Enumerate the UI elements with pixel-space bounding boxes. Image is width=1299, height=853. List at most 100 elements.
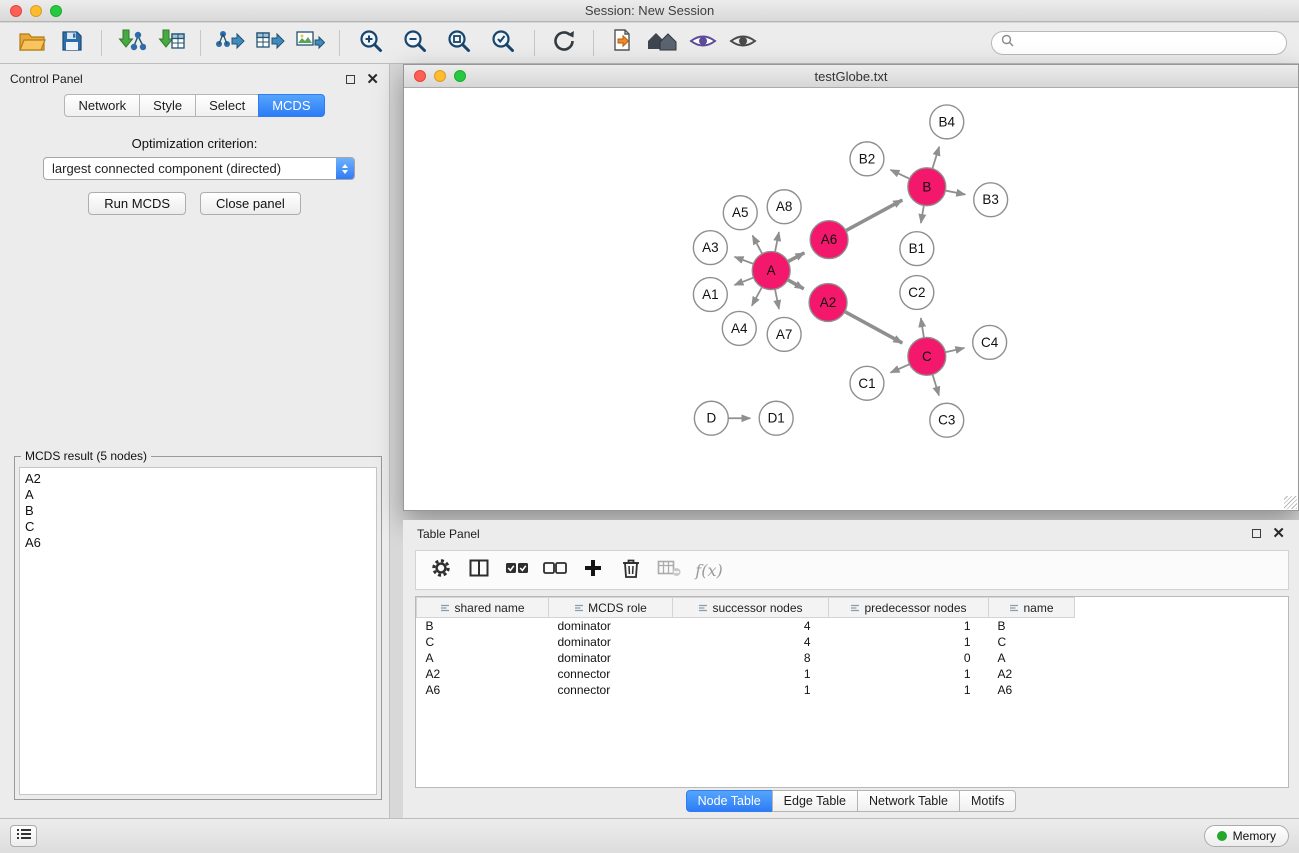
graph-edge-C-C2[interactable]	[921, 318, 924, 337]
graph-edge-A6-B[interactable]	[846, 200, 903, 231]
graph-node-A6[interactable]: A6	[810, 221, 848, 259]
graph-node-A3[interactable]: A3	[693, 231, 727, 265]
graph-node-B1[interactable]: B1	[900, 232, 934, 266]
zoom-selected-button[interactable]	[481, 26, 525, 60]
export-image-button[interactable]	[290, 26, 330, 60]
graph-node-A[interactable]: A	[752, 252, 790, 290]
save-session-button[interactable]	[52, 26, 92, 60]
graph-edge-A-A6[interactable]	[788, 253, 804, 262]
network-zoom-button[interactable]	[454, 70, 466, 82]
export-table-button[interactable]	[250, 26, 290, 60]
graph-edge-A-A5[interactable]	[753, 236, 763, 254]
zoom-fit-button[interactable]	[437, 26, 481, 60]
table-row[interactable]: A6connector11A6	[417, 682, 1075, 698]
graph-edge-A-A1[interactable]	[734, 278, 753, 285]
graph-node-A5[interactable]: A5	[723, 196, 757, 230]
tab-mcds[interactable]: MCDS	[258, 94, 324, 117]
table-row[interactable]: Bdominator41B	[417, 618, 1075, 634]
column-header-MCDS-role[interactable]: MCDS role	[549, 598, 673, 618]
zoom-in-button[interactable]	[349, 26, 393, 60]
column-header-shared-name[interactable]: shared name	[417, 598, 549, 618]
graph-edge-A-A8[interactable]	[775, 232, 779, 252]
graph-node-B[interactable]: B	[908, 168, 946, 206]
refresh-view-button[interactable]	[544, 26, 584, 60]
zoom-window-button[interactable]	[50, 5, 62, 17]
tab-edge-table[interactable]: Edge Table	[772, 790, 858, 812]
add-column-button[interactable]	[576, 554, 610, 586]
import-table-button[interactable]	[151, 26, 191, 60]
graph-edge-B-B2[interactable]	[891, 170, 910, 179]
home-button[interactable]	[643, 26, 683, 60]
graph-node-C2[interactable]: C2	[900, 276, 934, 310]
memory-button[interactable]: Memory	[1204, 825, 1289, 847]
open-session-button[interactable]	[12, 26, 52, 60]
show-hide-button[interactable]	[723, 26, 763, 60]
graph-edge-B-B3[interactable]	[945, 191, 965, 195]
graph-node-D[interactable]: D	[694, 401, 728, 435]
show-columns-button[interactable]	[462, 554, 496, 586]
graph-node-A2[interactable]: A2	[809, 284, 847, 322]
select-all-button[interactable]	[500, 554, 534, 586]
graph-edge-A-A3[interactable]	[735, 257, 754, 264]
graph-edge-C-C1[interactable]	[891, 364, 910, 372]
close-panel-button[interactable]: Close panel	[200, 192, 301, 215]
export-network-button[interactable]	[210, 26, 250, 60]
graph-node-A7[interactable]: A7	[767, 317, 801, 351]
tab-network[interactable]: Network	[64, 94, 140, 117]
column-header-predecessor-nodes[interactable]: predecessor nodes	[829, 598, 989, 618]
graph-edge-B-B1[interactable]	[921, 206, 924, 223]
column-header-name[interactable]: name	[989, 598, 1075, 618]
task-history-button[interactable]	[10, 825, 37, 847]
result-item[interactable]: B	[25, 503, 371, 519]
result-item[interactable]: C	[25, 519, 371, 535]
graph-node-A1[interactable]: A1	[693, 278, 727, 312]
tab-node-table[interactable]: Node Table	[686, 790, 773, 812]
graph-edge-A2-C[interactable]	[845, 312, 903, 343]
search-box[interactable]	[991, 31, 1287, 55]
tab-motifs[interactable]: Motifs	[959, 790, 1016, 812]
network-close-button[interactable]	[414, 70, 426, 82]
graph-edge-C-C4[interactable]	[945, 348, 964, 352]
result-item[interactable]: A2	[25, 471, 371, 487]
minimize-window-button[interactable]	[30, 5, 42, 17]
tab-select[interactable]: Select	[195, 94, 259, 117]
tab-style[interactable]: Style	[139, 94, 196, 117]
first-neighbors-button[interactable]	[603, 26, 643, 60]
graph-node-C[interactable]: C	[908, 337, 946, 375]
float-table-panel-icon[interactable]	[1252, 529, 1261, 538]
zoom-out-button[interactable]	[393, 26, 437, 60]
graph-node-C3[interactable]: C3	[930, 403, 964, 437]
close-window-button[interactable]	[10, 5, 22, 17]
close-panel-icon[interactable]: ✕	[366, 72, 379, 87]
float-panel-icon[interactable]	[346, 75, 355, 84]
graph-node-D1[interactable]: D1	[759, 401, 793, 435]
close-table-panel-icon[interactable]: ✕	[1272, 526, 1285, 541]
delete-table-button[interactable]	[652, 554, 686, 586]
graph-node-A8[interactable]: A8	[767, 190, 801, 224]
import-network-button[interactable]	[111, 26, 151, 60]
run-mcds-button[interactable]: Run MCDS	[88, 192, 186, 215]
tab-network-table[interactable]: Network Table	[857, 790, 960, 812]
network-graph[interactable]: B4B2BB3A5A8A6B1A3AC2A1A2A4A7C4CC1C3DD1	[404, 89, 1298, 510]
network-canvas[interactable]: B4B2BB3A5A8A6B1A3AC2A1A2A4A7C4CC1C3DD1	[404, 89, 1298, 510]
graph-edge-A-A7[interactable]	[775, 289, 779, 309]
table-settings-button[interactable]	[424, 554, 458, 586]
delete-column-button[interactable]	[614, 554, 648, 586]
function-builder-button[interactable]: f(x)	[690, 554, 724, 586]
graph-node-B3[interactable]: B3	[974, 183, 1008, 217]
graphics-details-button[interactable]	[683, 26, 723, 60]
table-row[interactable]: Cdominator41C	[417, 634, 1075, 650]
graph-node-A4[interactable]: A4	[722, 311, 756, 345]
resize-grip[interactable]	[1284, 496, 1297, 509]
table-row[interactable]: A2connector11A2	[417, 666, 1075, 682]
search-input[interactable]	[1019, 36, 1277, 50]
graph-node-C4[interactable]: C4	[973, 325, 1007, 359]
network-minimize-button[interactable]	[434, 70, 446, 82]
deselect-all-button[interactable]	[538, 554, 572, 586]
optimization-dropdown[interactable]: largest connected component (directed)	[43, 157, 355, 180]
graph-node-B4[interactable]: B4	[930, 105, 964, 139]
graph-edge-B-B4[interactable]	[932, 147, 939, 169]
table-row[interactable]: Adominator80A	[417, 650, 1075, 666]
result-item[interactable]: A	[25, 487, 371, 503]
graph-edge-A-A2[interactable]	[788, 280, 804, 289]
